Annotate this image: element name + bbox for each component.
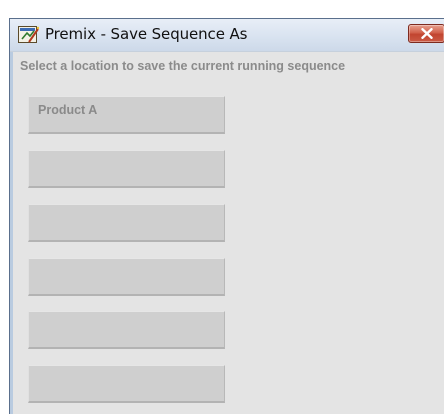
window-title: Premix - Save Sequence As <box>45 25 248 43</box>
save-slot-button[interactable] <box>28 204 225 242</box>
save-slot-button[interactable]: Product A <box>28 96 225 134</box>
save-slot-button[interactable] <box>28 258 225 296</box>
save-slot-button[interactable] <box>28 311 225 349</box>
close-icon <box>421 28 433 39</box>
slot-label: Product A <box>38 103 98 117</box>
save-slot-button[interactable] <box>28 365 225 403</box>
instruction-text: Select a location to save the current ru… <box>20 59 346 73</box>
save-sequence-dialog: Premix - Save Sequence As Select a locat… <box>9 18 444 414</box>
title-bar[interactable]: Premix - Save Sequence As <box>10 19 444 52</box>
window-frame-edge <box>10 52 13 414</box>
close-button[interactable] <box>408 24 444 43</box>
premix-app-icon <box>18 25 40 44</box>
save-slot-button[interactable] <box>28 150 225 188</box>
